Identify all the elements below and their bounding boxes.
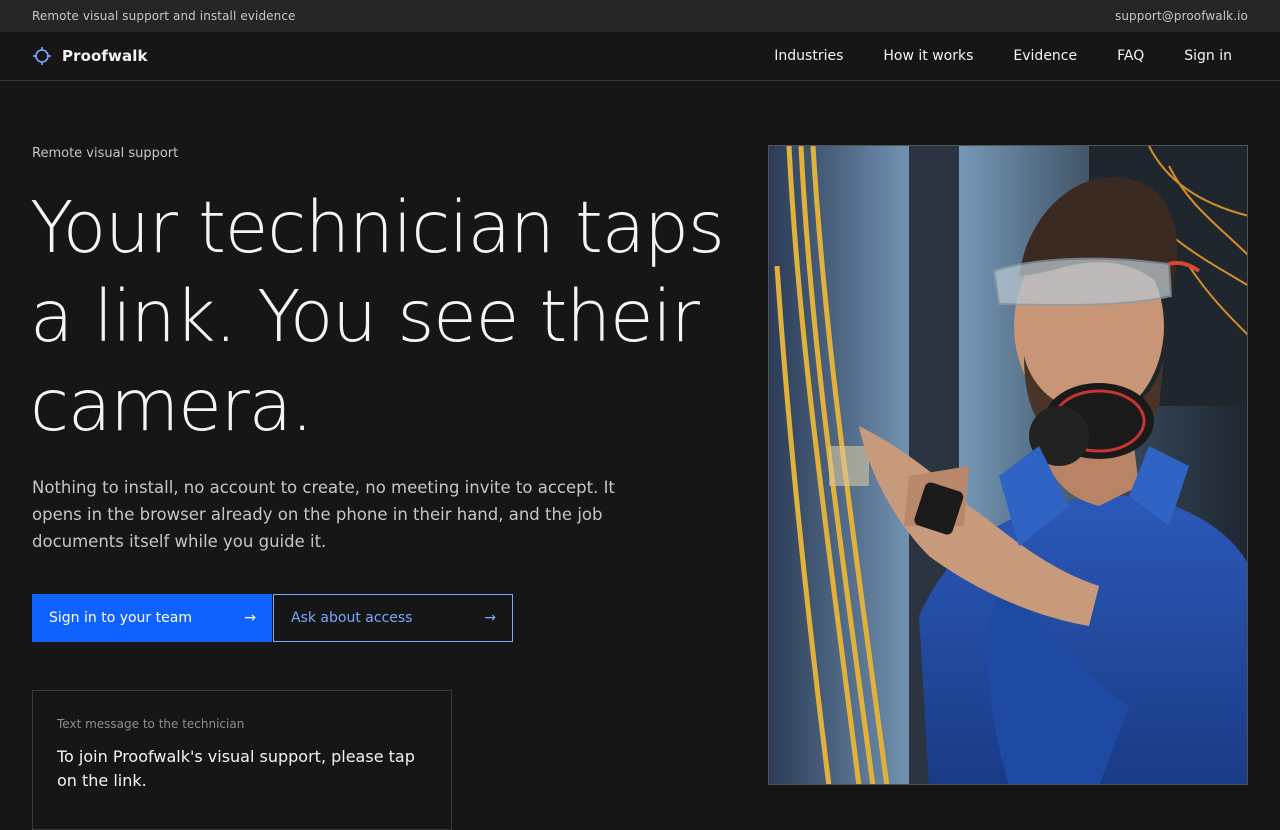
nav-link-evidence[interactable]: Evidence [993, 48, 1097, 64]
nav-link-faq[interactable]: FAQ [1097, 48, 1164, 64]
support-email-link[interactable]: support@proofwalk.io [1115, 9, 1248, 23]
top-announcement-bar: Remote visual support and install eviden… [0, 0, 1280, 32]
sign-in-team-button[interactable]: Sign in to your team → [32, 594, 272, 642]
sms-label: Text message to the technician [57, 717, 245, 731]
sign-in-team-label: Sign in to your team [49, 610, 192, 626]
brand[interactable]: Proofwalk [32, 46, 148, 66]
main-nav: Proofwalk Industries How it works Eviden… [0, 32, 1280, 81]
nav-link-industries[interactable]: Industries [754, 48, 863, 64]
nav-link-sign-in[interactable]: Sign in [1164, 48, 1248, 64]
hero-technician-photo [768, 145, 1248, 785]
arrow-right-icon: → [484, 610, 496, 626]
crosshair-icon [32, 46, 52, 66]
hero-lede: Nothing to install, no account to create… [32, 478, 615, 551]
brand-name: Proofwalk [62, 47, 148, 65]
hero-eyebrow: Remote visual support [32, 146, 179, 161]
hero-headline: Your technician taps a link. You see the… [30, 186, 725, 447]
nav-links: Industries How it works Evidence FAQ Sig… [754, 48, 1248, 64]
ask-access-button[interactable]: Ask about access → [273, 594, 513, 642]
sms-preview-card: Text message to the technician To join P… [32, 690, 452, 830]
nav-link-how-it-works[interactable]: How it works [863, 48, 993, 64]
arrow-right-icon: → [244, 610, 256, 626]
ask-access-label: Ask about access [291, 610, 413, 626]
sms-body: To join Proofwalk's visual support, plea… [57, 747, 415, 790]
topbar-tagline: Remote visual support and install eviden… [32, 9, 296, 23]
